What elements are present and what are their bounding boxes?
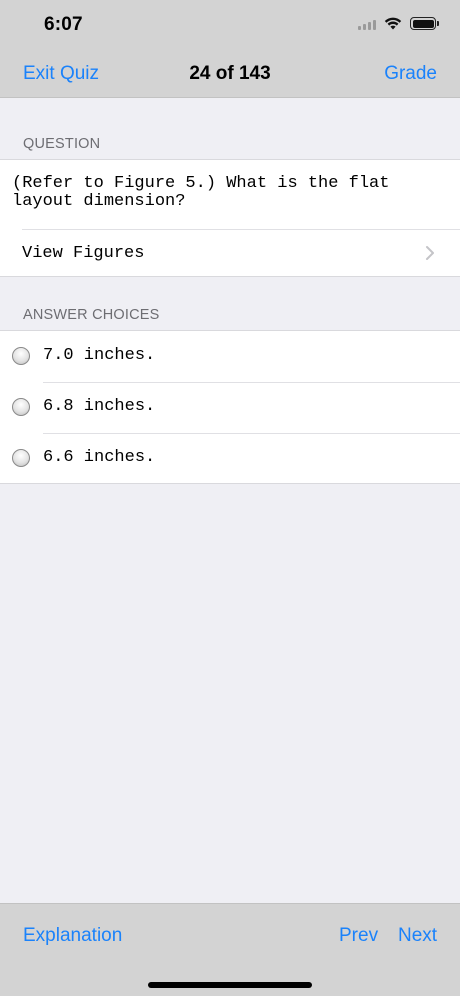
view-figures-label: View Figures — [22, 244, 145, 263]
question-section-header: QUESTION — [23, 136, 101, 152]
home-indicator[interactable] — [148, 982, 312, 988]
answer-choice[interactable]: 6.8 inches. — [0, 382, 460, 433]
status-time: 6:07 — [44, 14, 83, 35]
answers-group: 7.0 inches. 6.8 inches. 6.6 inches. — [0, 330, 460, 484]
answer-choice-label: 6.6 inches. — [43, 448, 156, 467]
answer-choice[interactable]: 7.0 inches. — [0, 331, 460, 382]
bottom-toolbar: Explanation Prev Next — [0, 903, 460, 996]
answer-choice[interactable]: 6.6 inches. — [0, 433, 460, 484]
grade-button[interactable]: Grade — [384, 63, 437, 85]
exit-quiz-button[interactable]: Exit Quiz — [23, 63, 99, 85]
explanation-button[interactable]: Explanation — [23, 925, 122, 947]
answer-choice-label: 6.8 inches. — [43, 397, 156, 416]
radio-unselected-icon[interactable] — [12, 449, 30, 467]
radio-unselected-icon[interactable] — [12, 347, 30, 365]
view-figures-row[interactable]: View Figures — [0, 230, 460, 277]
radio-unselected-icon[interactable] — [12, 398, 30, 416]
cellular-signal-icon — [358, 18, 376, 30]
chevron-right-icon — [426, 246, 434, 260]
page-title: 24 of 143 — [189, 63, 271, 84]
answers-section-header: ANSWER CHOICES — [23, 307, 160, 323]
battery-icon — [410, 17, 439, 30]
next-button[interactable]: Next — [398, 925, 437, 947]
status-icons — [358, 17, 439, 30]
prev-button[interactable]: Prev — [339, 925, 378, 947]
answer-choice-label: 7.0 inches. — [43, 346, 156, 365]
top-bar: 6:07 Exit Quiz 24 of 143 Grade — [0, 0, 460, 98]
question-group: (Refer to Figure 5.) What is the flat la… — [0, 159, 460, 277]
question-text: (Refer to Figure 5.) What is the flat la… — [12, 174, 390, 211]
wifi-icon — [384, 17, 402, 30]
